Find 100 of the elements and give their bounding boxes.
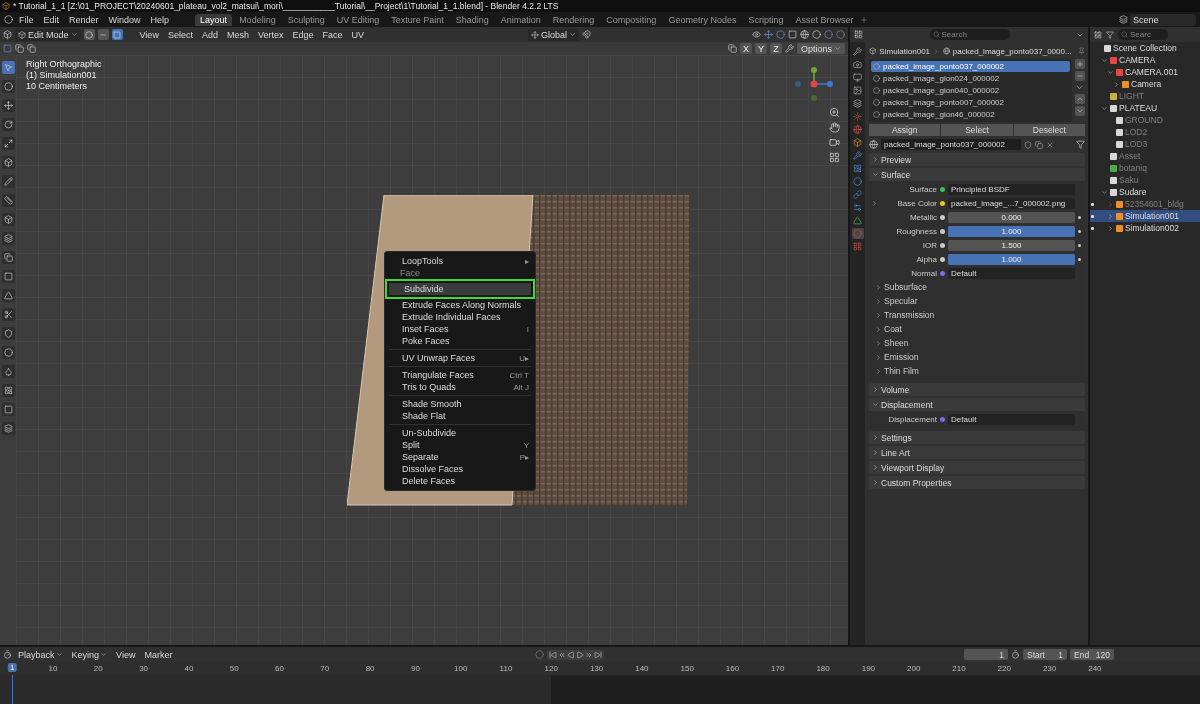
outliner-item[interactable]: Saku [1090, 174, 1200, 186]
menu-item[interactable]: Add [198, 29, 221, 40]
material-slot[interactable]: packed_image_gion024_000002 [871, 73, 1070, 84]
menu-item[interactable]: Un-Subdivide [387, 427, 533, 439]
caret-right-icon[interactable] [1113, 80, 1120, 88]
scene-field[interactable]: Scene [1130, 13, 1196, 26]
tool-button[interactable] [1, 137, 15, 150]
workspace-tab[interactable]: UV Editing [331, 13, 385, 26]
outliner-item[interactable]: CAMERA [1090, 54, 1200, 66]
caret-right-icon[interactable] [872, 449, 879, 456]
menu-item[interactable]: Keying [68, 649, 111, 660]
properties-tab[interactable] [851, 98, 864, 109]
menu-item[interactable]: Face [319, 29, 346, 40]
menu-item[interactable]: Tris to Quads Alt J [387, 381, 533, 393]
menu-item[interactable]: Extrude Individual Faces [387, 311, 533, 323]
mode-dropdown[interactable]: Edit Mode [15, 28, 81, 41]
tool-button[interactable] [1, 289, 15, 302]
menu-item[interactable]: Marker [141, 649, 176, 660]
outliner-item[interactable]: CAMERA.001 [1090, 66, 1200, 78]
outliner-item[interactable]: GROUND [1090, 114, 1200, 126]
subpanel-header[interactable]: Emission [871, 351, 1081, 363]
properties-tab[interactable] [851, 59, 864, 70]
tool-button[interactable] [1, 346, 15, 359]
material-slot[interactable]: packed_image_gion040_000002 [871, 85, 1070, 96]
subpanel-header[interactable]: Specular [871, 295, 1081, 307]
link-field[interactable]: Principled BSDF [948, 183, 1075, 195]
properties-tab[interactable] [851, 215, 864, 226]
panel-header[interactable]: Surface [869, 168, 1085, 181]
workspace-tab[interactable]: Rendering [547, 13, 600, 26]
caret-right-icon[interactable] [872, 156, 879, 163]
keyframe-dot[interactable] [1078, 215, 1081, 219]
properties-tab[interactable] [851, 124, 864, 135]
properties-tab[interactable] [851, 111, 864, 122]
panel-header[interactable]: Settings [869, 431, 1085, 444]
link-field[interactable]: Default [948, 267, 1075, 279]
axis-toggle[interactable]: X [739, 43, 752, 54]
breadcrumb-item[interactable]: packed_image_ponto037_0000... [952, 46, 1072, 56]
workspace-tab[interactable]: Sculpting [282, 13, 330, 26]
close-icon[interactable] [1046, 140, 1054, 149]
outliner-item[interactable]: PLATEAU [1090, 102, 1200, 114]
caret-down-icon[interactable] [1075, 83, 1084, 92]
tool-button[interactable] [1, 403, 15, 416]
tool-button[interactable] [1, 61, 15, 74]
menu-item[interactable]: LoopTools ▸ [387, 255, 533, 267]
panel-header[interactable]: Displacement [869, 398, 1085, 411]
tool-button[interactable] [1, 384, 15, 397]
editor-type-icon[interactable] [854, 30, 863, 39]
outliner-item[interactable]: 52354601_bldg [1090, 198, 1200, 210]
jump-end-icon[interactable] [594, 650, 603, 659]
caret-down-icon[interactable] [872, 171, 879, 178]
outliner-item[interactable]: botaniq [1090, 162, 1200, 174]
record-icon[interactable] [535, 650, 545, 659]
orientation-dropdown[interactable]: Global [528, 28, 579, 41]
tool-button[interactable] [1, 251, 15, 264]
filter-icon[interactable] [1106, 30, 1114, 39]
subpanel-header[interactable]: Coat [871, 323, 1081, 335]
xray-icon[interactable] [788, 30, 797, 39]
tool-button[interactable] [1, 213, 15, 226]
gizmo-toggle-icon[interactable] [764, 30, 773, 39]
menu-item[interactable]: Delete Faces [387, 475, 533, 487]
menu-item[interactable]: Extrude Faces Along Normals [387, 299, 533, 311]
caret-right-icon[interactable] [871, 199, 878, 207]
caret-right-icon[interactable] [872, 479, 879, 486]
workspace-tab[interactable]: Texture Paint [386, 13, 449, 26]
app-logo-icon[interactable] [4, 15, 13, 24]
mirror-icon[interactable] [727, 44, 737, 53]
caret-right-icon[interactable] [872, 434, 879, 441]
properties-tab[interactable] [851, 202, 864, 213]
menu-item[interactable]: Triangulate Faces Ctrl T [387, 369, 533, 381]
wireframe-shading-icon[interactable] [800, 30, 809, 39]
caret-down-icon[interactable] [1101, 56, 1108, 64]
filter-icon[interactable] [1076, 140, 1085, 149]
properties-tab[interactable] [851, 72, 864, 83]
search-field[interactable]: Search [929, 29, 1010, 40]
previous-keyframe-icon[interactable] [558, 650, 567, 659]
link-field[interactable]: packed_image_...7_000002.png [948, 197, 1075, 209]
workspace-tab[interactable]: Shading [450, 13, 494, 26]
menu-item[interactable]: Mesh [223, 29, 252, 40]
subpanel-header[interactable]: Transmission [871, 309, 1081, 321]
end-frame-field[interactable]: End 120 [1070, 649, 1114, 660]
start-frame-field[interactable]: Start 1 [1023, 649, 1067, 660]
tool-button[interactable] [1, 365, 15, 378]
axis-gizmo-icon[interactable] [792, 67, 836, 101]
link-field[interactable]: Default [948, 413, 1075, 425]
menu-item[interactable]: UV Unwrap Faces U▸ [387, 352, 533, 364]
menu-item[interactable]: Separate P▸ [387, 451, 533, 463]
caret-right-icon[interactable] [872, 464, 879, 471]
outliner-item[interactable]: Simulation001 [1090, 210, 1200, 222]
properties-tab[interactable] [851, 163, 864, 174]
properties-tab[interactable] [851, 228, 864, 239]
panel-header[interactable]: Preview [869, 153, 1085, 166]
menu-item[interactable]: Render [65, 14, 103, 25]
outliner-item[interactable]: Asset [1090, 150, 1200, 162]
overlay-icon[interactable] [776, 30, 785, 39]
outliner-item[interactable]: Simulation002 [1090, 222, 1200, 234]
menu-item[interactable]: Edit [39, 14, 64, 25]
search-field[interactable]: Searc [1118, 29, 1168, 40]
pan-hand-icon[interactable] [829, 122, 840, 133]
playhead[interactable]: 1 [8, 663, 17, 672]
axis-toggle[interactable]: Z [769, 43, 782, 54]
